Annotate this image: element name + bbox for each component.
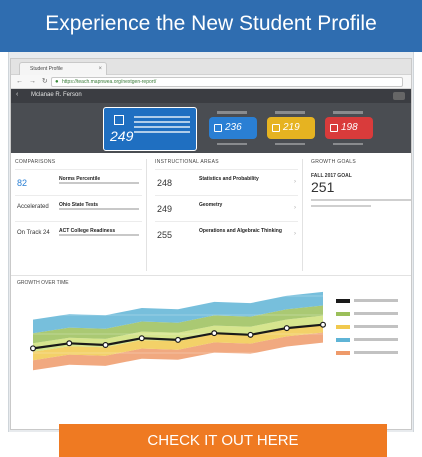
comparisons-panel: COMPARISONS 82 Norms Percentile Accelera… (11, 159, 147, 271)
score-caption (333, 111, 363, 114)
nav-buttons-icon[interactable]: ← → ↻ (16, 77, 50, 85)
lock-icon: ● (55, 79, 59, 85)
tab-student-profile[interactable]: Student Profile × (19, 62, 107, 75)
user-menu-icon[interactable] (393, 92, 405, 100)
tab-label: Student Profile (30, 66, 63, 72)
item-value: 82 (17, 178, 28, 188)
data-point[interactable] (66, 340, 73, 347)
item-detail (59, 208, 139, 210)
legend-swatch (336, 325, 350, 329)
growth-chart (29, 291, 327, 373)
data-point[interactable] (320, 321, 327, 328)
item-label: Statistics and Probability (199, 176, 259, 182)
address-bar-row: ← → ↻ ● https://teach.mapnwea.org/nextge… (11, 75, 411, 89)
data-point[interactable] (29, 345, 37, 352)
item-label: Operations and Algebraic Thinking (199, 228, 282, 234)
legend-item (336, 309, 406, 322)
cta-label: CHECK IT OUT HERE (147, 432, 299, 449)
score-caption (217, 111, 247, 114)
data-point[interactable] (175, 336, 182, 343)
score-subtext (333, 143, 363, 145)
url-input[interactable]: ● https://teach.mapnwea.org/nextgen-repo… (51, 77, 403, 87)
item-value: 249 (157, 204, 173, 214)
growth-goal-value: 251 (311, 179, 335, 195)
item-detail (59, 182, 139, 184)
legend-text (354, 338, 398, 341)
chevron-right-icon: › (294, 179, 296, 185)
item-detail (59, 234, 139, 236)
growth-detail (311, 199, 411, 201)
promo-banner: Experience the New Student Profile (0, 0, 422, 52)
url-text: https://teach.mapnwea.org/nextgen-report… (62, 79, 157, 85)
rit-score-blue: 236 (225, 122, 242, 133)
legend-swatch (336, 351, 350, 355)
legend-item (336, 348, 406, 361)
rit-details (134, 116, 190, 136)
score-subtext (217, 143, 247, 145)
list-item[interactable]: On Track 24 ACT College Readiness (15, 221, 142, 247)
data-point[interactable] (138, 335, 145, 342)
data-point[interactable] (247, 331, 254, 338)
legend-text (354, 312, 398, 315)
legend-text (354, 299, 398, 302)
chart-legend (336, 296, 406, 361)
chevron-right-icon: › (294, 205, 296, 211)
chevron-right-icon: › (294, 231, 296, 237)
panel-title: INSTRUCTIONAL AREAS (155, 159, 219, 165)
list-item[interactable]: 249 Geometry › (155, 195, 298, 221)
main-rit-score: 249 (110, 128, 134, 144)
panel-title: COMPARISONS (15, 159, 56, 165)
list-item[interactable]: 255 Operations and Algebraic Thinking › (155, 221, 298, 247)
rit-score-red: 198 (341, 122, 358, 133)
legend-item (336, 322, 406, 335)
norm-bands (33, 291, 323, 371)
legend-text (354, 351, 398, 354)
item-value: 248 (157, 178, 173, 188)
summary-panels: COMPARISONS 82 Norms Percentile Accelera… (11, 153, 411, 275)
data-point[interactable] (283, 325, 290, 332)
close-icon[interactable]: × (98, 63, 102, 75)
app-header: ‹ Mclanae R. Ferson (11, 89, 411, 103)
data-point[interactable] (211, 330, 218, 337)
list-item[interactable]: 248 Statistics and Probability › (155, 169, 298, 195)
rit-card-yellow[interactable]: 219 (267, 117, 315, 139)
chart-title: GROWTH OVER TIME (17, 280, 69, 286)
student-name: Mclanae R. Ferson (31, 92, 82, 98)
legend-text (354, 325, 398, 328)
calculator-icon (114, 115, 124, 125)
growth-goal-box[interactable]: FALL 2017 GOAL 251 (311, 173, 411, 207)
score-band: 249 236 219 198 (11, 103, 411, 153)
subject-icon (330, 124, 338, 132)
check-it-out-button[interactable]: CHECK IT OUT HERE (59, 424, 387, 457)
list-item[interactable]: Accelerated Ohio State Tests (15, 195, 142, 221)
browser-window: Student Profile × ← → ↻ ● https://teach.… (10, 58, 412, 430)
item-value: 255 (157, 230, 173, 240)
legend-swatch (336, 299, 350, 303)
subject-icon (214, 124, 222, 132)
banner-title: Experience the New Student Profile (45, 12, 377, 35)
instructional-areas-panel: INSTRUCTIONAL AREAS 248 Statistics and P… (151, 159, 303, 271)
tab-bar: Student Profile × (11, 59, 411, 75)
growth-detail (311, 205, 371, 207)
item-value: On Track 24 (17, 230, 50, 236)
data-point[interactable] (102, 341, 109, 348)
growth-goals-panel: GROWTH GOALS FALL 2017 GOAL 251 (307, 159, 411, 271)
rit-card-blue[interactable]: 236 (209, 117, 257, 139)
legend-item (336, 296, 406, 309)
main-rit-card[interactable]: 249 (103, 107, 197, 151)
item-label: Geometry (199, 202, 223, 208)
legend-item (336, 335, 406, 348)
subject-icon (272, 124, 280, 132)
legend-swatch (336, 338, 350, 342)
item-value: Accelerated (17, 204, 49, 210)
panel-title: GROWTH GOALS (311, 159, 356, 165)
rit-card-red[interactable]: 198 (325, 117, 373, 139)
legend-swatch (336, 312, 350, 316)
growth-chart-section: GROWTH OVER TIME (11, 275, 411, 381)
back-arrow-icon[interactable]: ‹ (16, 91, 18, 98)
score-subtext (275, 143, 305, 145)
score-caption (275, 111, 305, 114)
rit-score-yellow: 219 (283, 122, 300, 133)
list-item[interactable]: 82 Norms Percentile (15, 169, 142, 195)
